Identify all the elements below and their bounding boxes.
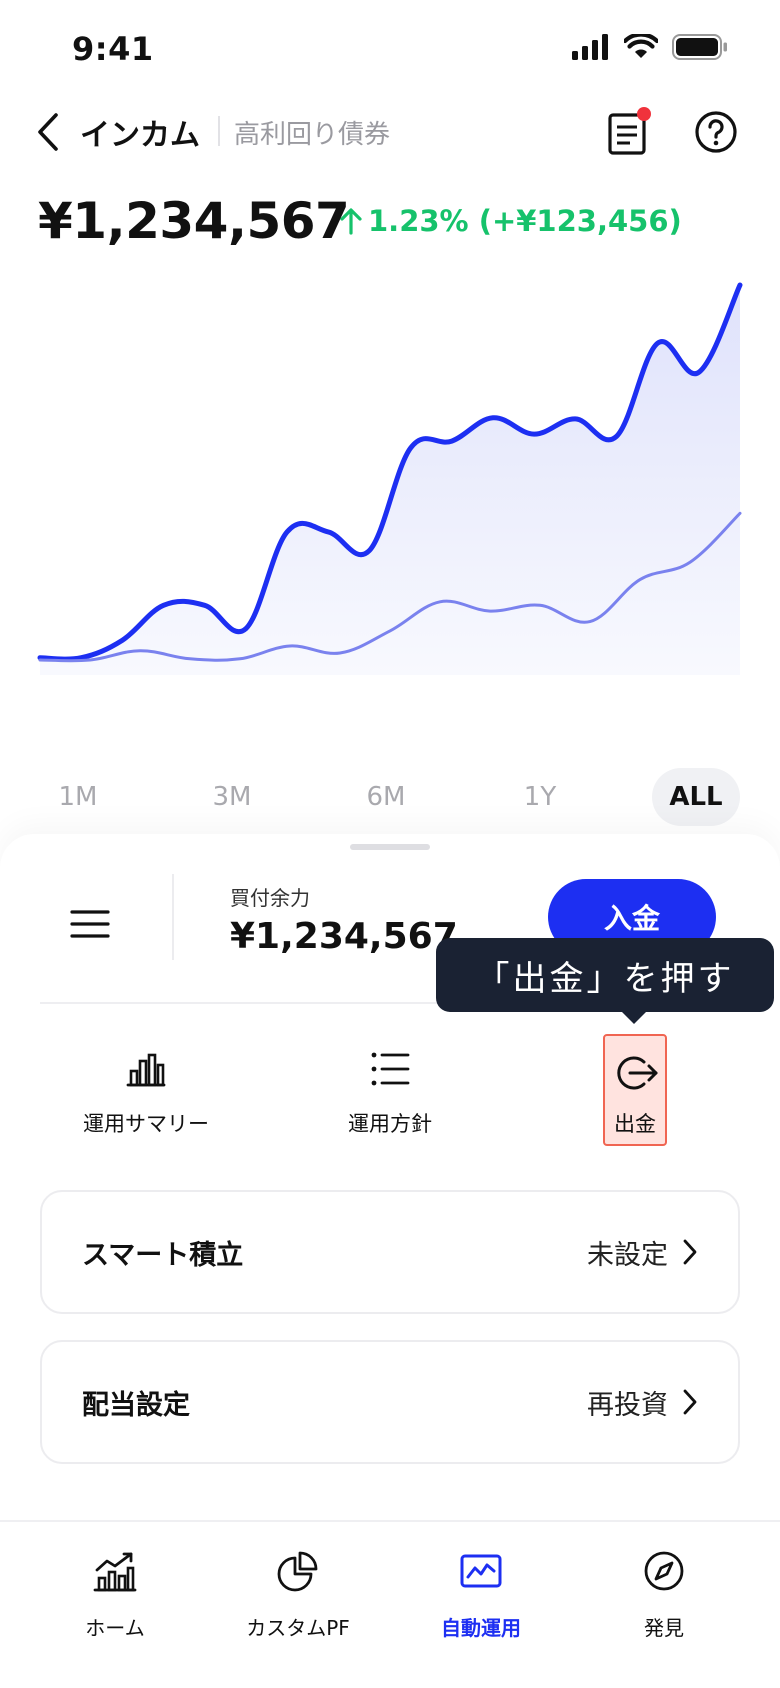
wifi-icon [624,34,658,58]
chevron-left-icon [38,113,58,151]
range-tab-all[interactable]: ALL [652,768,740,826]
buying-power-label: 買付余力 [230,886,310,910]
buying-power-value: ¥1,234,567 [230,916,458,957]
smart-saving-title: スマート積立 [82,1239,244,1271]
document-icon [608,107,651,155]
range-tab-3m[interactable]: 3M [192,768,272,826]
action-withdraw-label: 出金 [614,1112,656,1136]
instruction-tooltip: 「出金」を押す [436,938,774,1012]
action-summary-label: 運用サマリー [83,1112,209,1136]
chevron-right-icon [683,1239,697,1265]
page-subtitle: 高利回り債券 [234,120,391,150]
tab-home-label: ホーム [85,1616,145,1640]
compass-icon [644,1551,684,1591]
menu-button[interactable] [60,894,120,954]
change-text: 1.23% (+¥123,456) [368,204,682,238]
back-button[interactable] [30,108,70,156]
tab-home[interactable]: ホーム [25,1542,205,1652]
auto-invest-icon [460,1554,502,1588]
menu-divider [172,874,174,960]
signal-icon [572,34,608,60]
home-chart-icon [93,1552,137,1592]
smart-saving-value: 未設定 [587,1239,668,1271]
dividend-setting-value: 再投資 [587,1389,668,1421]
range-tab-6m[interactable]: 6M [346,768,426,826]
page-title: インカム [80,118,200,153]
action-summary-button[interactable]: 運用サマリー [66,1030,226,1156]
tab-auto-invest-label: 自動運用 [441,1616,521,1640]
sheet-handle[interactable] [350,844,430,850]
tab-discover-label: 発見 [644,1616,684,1640]
hamburger-icon [70,910,110,938]
tab-auto-invest[interactable]: 自動運用 [391,1542,571,1652]
tab-custom-pf[interactable]: カスタムPF [208,1542,388,1652]
status-icons [572,34,728,60]
arrow-up-icon [340,208,362,235]
smart-saving-card[interactable]: スマート積立 未設定 [40,1190,740,1314]
range-tab-1m[interactable]: 1M [38,768,118,826]
action-withdraw-button[interactable]: 出金 [603,1034,667,1146]
report-button[interactable] [604,106,654,158]
dividend-setting-title: 配当設定 [82,1389,190,1421]
performance-chart [37,282,743,675]
withdraw-icon [617,1056,658,1090]
status-time: 9:41 [72,30,154,68]
header-bar: インカム 高利回り債券 [0,100,780,164]
tab-custom-pf-label: カスタムPF [246,1616,350,1640]
help-button[interactable] [692,108,740,156]
dividend-setting-card[interactable]: 配当設定 再投資 [40,1340,740,1464]
chevron-right-icon [683,1389,697,1415]
range-tabs: 1M 3M 6M 1Y ALL [20,768,760,826]
tab-discover[interactable]: 発見 [574,1542,754,1652]
header-divider [218,116,220,146]
list-icon [371,1052,410,1086]
action-policy-label: 運用方針 [348,1112,432,1136]
change-indicator: 1.23% (+¥123,456) [338,204,682,238]
question-circle-icon [695,111,737,153]
total-value: ¥1,234,567 [38,192,350,250]
range-tab-1y[interactable]: 1Y [500,768,580,826]
tooltip-arrow [620,1010,648,1024]
battery-icon [672,34,727,60]
action-policy-button[interactable]: 運用方針 [320,1030,460,1156]
tab-bar: ホーム カスタムPF 自動運用 発見 [0,1520,780,1688]
bar-chart-icon [126,1053,166,1087]
pie-chart-icon [277,1551,318,1592]
notification-dot-icon [637,107,651,121]
